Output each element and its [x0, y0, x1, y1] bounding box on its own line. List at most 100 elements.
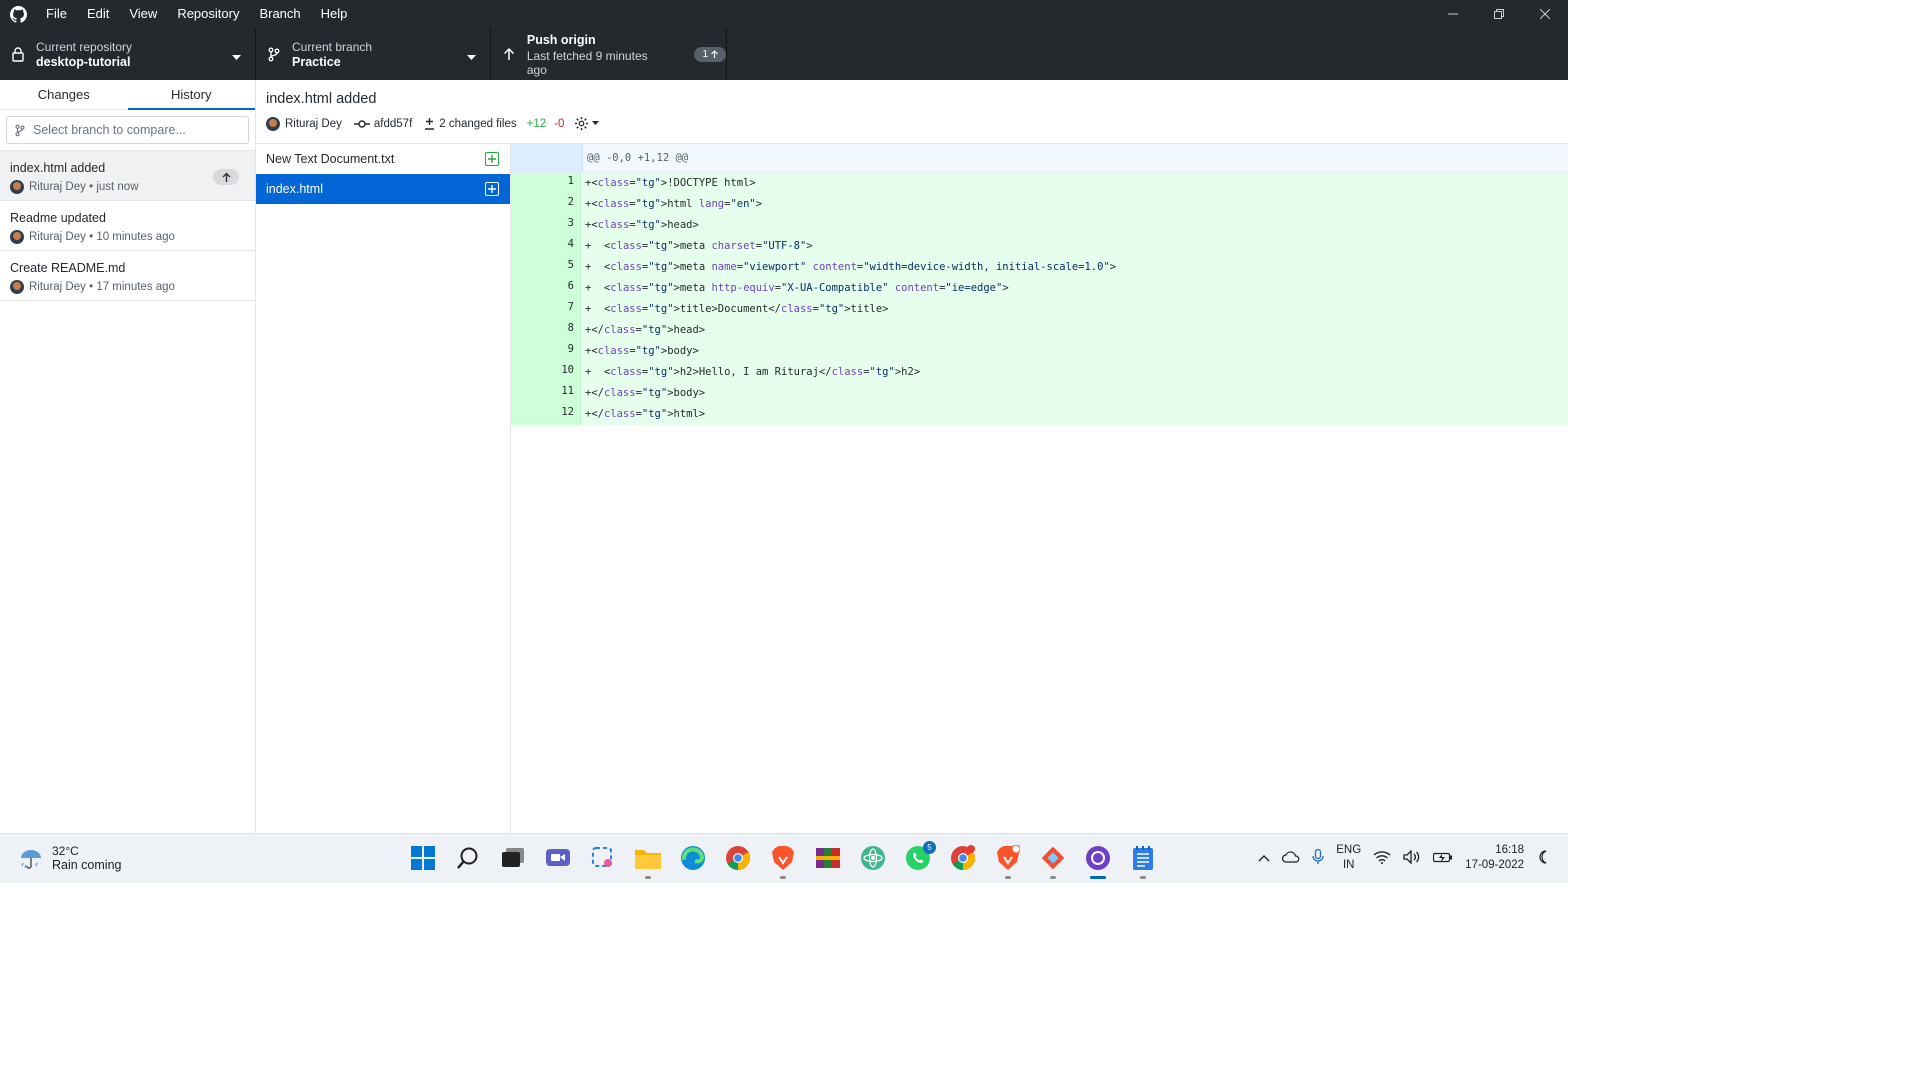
file-explorer-icon[interactable] — [630, 840, 666, 879]
diff-settings-button[interactable] — [574, 116, 600, 131]
volume-icon[interactable] — [1403, 848, 1421, 867]
chevron-down-icon — [592, 121, 600, 125]
branch-compare-input[interactable]: Select branch to compare... — [6, 116, 249, 144]
branch-label: Current branch — [292, 39, 373, 54]
line-number: 1 — [546, 173, 581, 194]
file-list-item[interactable]: New Text Document.txt — [256, 144, 510, 174]
file-added-icon — [485, 182, 499, 196]
menu-repository[interactable]: Repository — [167, 0, 249, 28]
old-line-gutter — [511, 362, 546, 383]
start-icon[interactable] — [405, 840, 441, 876]
sidebar: Changes History Select branch to compare… — [0, 80, 256, 833]
old-line-gutter — [511, 236, 546, 257]
unpushed-count: 1 — [702, 48, 708, 60]
commit-author: Rituraj Dey — [285, 117, 342, 130]
current-branch-button[interactable]: Current branch Practice — [256, 28, 491, 80]
minimize-button[interactable] — [1430, 0, 1476, 28]
menu-file[interactable]: File — [36, 0, 77, 28]
search-icon[interactable] — [450, 840, 486, 876]
old-line-gutter — [511, 341, 546, 362]
diff-line-text: + <class="tg">meta charset="UTF-8"> — [585, 240, 813, 252]
old-line-gutter — [511, 404, 546, 425]
diff-line: 6 + <class="tg">meta http-equiv="X-UA-Com… — [511, 278, 1568, 299]
last-fetched-text: Last fetched 9 minutes ago — [526, 48, 648, 77]
chevron-up-icon[interactable] — [1258, 851, 1270, 865]
line-number: 6 — [546, 278, 581, 299]
old-line-gutter — [511, 173, 546, 194]
line-number: 5 — [546, 257, 581, 278]
tab-changes[interactable]: Changes — [0, 80, 128, 110]
diff-line-text: +<class="tg">!DOCTYPE html> — [585, 177, 756, 189]
diff-line-text: +</class="tg">head> — [585, 324, 706, 336]
commit-author: Rituraj Dey — [29, 231, 86, 243]
clock[interactable]: 16:18 17-09-2022 — [1465, 843, 1524, 873]
edge-icon[interactable] — [675, 840, 711, 876]
focus-moon-icon[interactable] — [1536, 849, 1550, 867]
menu-view[interactable]: View — [119, 0, 167, 28]
winrar-icon[interactable] — [810, 840, 846, 876]
file-diff-icon — [425, 118, 435, 130]
clock-time: 16:18 — [1495, 844, 1524, 856]
hunk-header: @@ -0,0 +1,12 @@ — [511, 144, 1568, 173]
diff-line: 7 + <class="tg">title>Document</class="tg… — [511, 299, 1568, 320]
weather-widget[interactable]: 32°C Rain coming — [18, 844, 121, 872]
file-name: New Text Document.txt — [266, 152, 395, 166]
commit-list-item[interactable]: index.html added Rituraj Dey • just now — [0, 151, 255, 201]
system-tray: ENG IN 16:18 17-09-2022 — [1258, 834, 1550, 882]
region-code: IN — [1342, 859, 1355, 871]
wifi-icon[interactable] — [1373, 850, 1391, 867]
meta-separator: • — [85, 231, 97, 243]
old-line-gutter — [511, 257, 546, 278]
push-origin-button[interactable]: Push origin Last fetched 9 minutes ago 1 — [491, 28, 727, 80]
git-icon[interactable] — [1035, 840, 1071, 879]
changed-files-list: New Text Document.txt index.html — [256, 144, 511, 833]
deletions-count: -0 — [554, 117, 565, 130]
commit-sha[interactable]: afdd57f — [353, 118, 412, 130]
brave-beta-icon[interactable] — [990, 840, 1026, 879]
microphone-icon[interactable] — [1312, 848, 1324, 868]
old-line-gutter — [511, 299, 546, 320]
diff-line: 11 +</class="tg">body> — [511, 383, 1568, 404]
windows-taskbar: 32°C Rain coming 5 ENG IN 16:18 17-09-20… — [0, 833, 1568, 883]
menu-help[interactable]: Help — [311, 0, 358, 28]
avatar — [10, 230, 24, 244]
commit-list-item[interactable]: Readme updated Rituraj Dey • 10 minutes … — [0, 201, 255, 251]
gear-icon — [575, 116, 589, 131]
battery-icon[interactable] — [1433, 851, 1453, 866]
git-commit-icon — [353, 119, 370, 128]
snipping-tool-icon[interactable] — [585, 840, 621, 876]
github-desktop-icon[interactable] — [1080, 840, 1116, 879]
restore-button[interactable] — [1476, 0, 1522, 28]
diff-line: 3 +<class="tg">head> — [511, 215, 1568, 236]
window-controls — [1430, 0, 1568, 28]
notepad-icon[interactable] — [1125, 840, 1161, 879]
chrome-icon[interactable] — [720, 840, 756, 876]
brave-icon[interactable] — [765, 840, 801, 879]
clock-date: 17-09-2022 — [1465, 859, 1524, 871]
menu-edit[interactable]: Edit — [77, 0, 119, 28]
tab-history[interactable]: History — [127, 80, 255, 110]
commit-list-item[interactable]: Create README.md Rituraj Dey • 17 minute… — [0, 251, 255, 301]
atom-icon[interactable] — [855, 840, 891, 876]
diff-line-text: + <class="tg">h2>Hello, I am Rituraj</cl… — [585, 366, 921, 378]
meta-separator: • — [85, 281, 97, 293]
language-indicator[interactable]: ENG IN — [1336, 843, 1361, 873]
title-bar: File Edit View Repository Branch Help — [0, 0, 1568, 28]
onedrive-icon[interactable] — [1282, 850, 1300, 866]
file-list-item[interactable]: index.html — [256, 174, 510, 204]
menu-branch[interactable]: Branch — [249, 0, 310, 28]
chrome-profile-icon[interactable] — [945, 840, 981, 876]
menu-bar: File Edit View Repository Branch Help — [36, 0, 357, 28]
diff-line-text: +<class="tg">html lang="en"> — [585, 198, 763, 210]
old-line-gutter — [511, 215, 546, 236]
current-repository-button[interactable]: Current repository desktop-tutorial — [0, 28, 256, 80]
close-button[interactable] — [1522, 0, 1568, 28]
weather-condition: Rain coming — [52, 858, 122, 872]
umbrella-icon — [21, 850, 41, 869]
task-view-icon[interactable] — [495, 840, 531, 876]
whatsapp-icon[interactable]: 5 — [900, 840, 936, 876]
chat-icon[interactable] — [540, 840, 576, 876]
avatar — [10, 280, 24, 294]
chevron-down-icon — [467, 50, 476, 64]
line-number: 3 — [546, 215, 581, 236]
